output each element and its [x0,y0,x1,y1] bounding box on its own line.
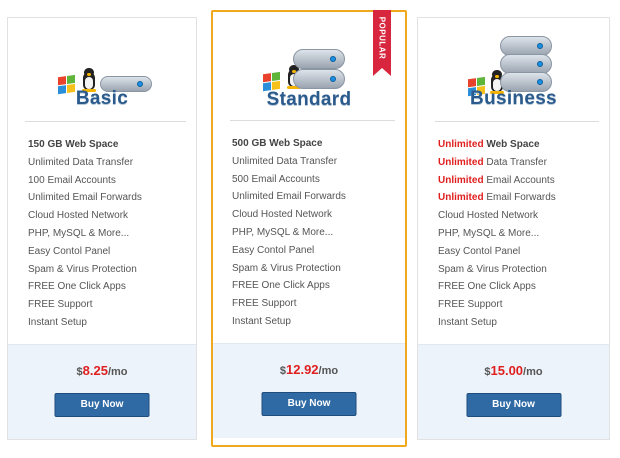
feature-item: PHP, MySQL & More... [28,227,130,239]
divider [230,120,395,121]
feature-item: FREE Support [438,299,503,311]
divider [25,121,186,122]
price: $15.00/mo [484,363,543,378]
feature-item: Unlimited Email Accounts [438,174,555,186]
feature-item: 100 Email Accounts [28,174,116,186]
feature-item: PHP, MySQL & More... [438,227,540,239]
feature-item: Cloud Hosted Network [438,210,539,222]
feature-item: Unlimited Data Transfer [232,155,338,167]
feature-item: Unlimited Email Forwards [232,191,346,203]
feature-item: Unlimited Email Forwards [438,192,556,204]
feature-item: Unlimited Data Transfer [28,156,134,168]
feature-item: Spam & Virus Protection [438,263,547,275]
price: $12.92/mo [279,362,339,377]
feature-item: 500 Email Accounts [232,173,320,185]
plan-card-standard: POPULAR Standard 500 GB Web Space Unlimi… [211,10,407,447]
plan-title: Standard [266,89,352,110]
server-icon [500,54,552,74]
server-icon [293,49,345,69]
feature-item: Easy Contol Panel [232,244,315,256]
price-box: $8.25/mo Buy Now [8,344,196,439]
feature-item: Spam & Virus Protection [232,262,341,274]
price-box: $15.00/mo Buy Now [418,344,609,439]
plan-card-basic: Basic 150 GB Web Space Unlimited Data Tr… [7,17,197,440]
feature-item: 500 GB Web Space [232,138,323,149]
feature-item: FREE Support [232,298,297,310]
feature-item: Easy Contol Panel [28,245,111,257]
buy-now-button[interactable]: Buy Now [261,392,357,416]
plan-title: Business [470,88,557,109]
feature-item: Cloud Hosted Network [232,209,333,221]
plan-title: Basic [75,88,129,109]
feature-item: Unlimited Data Transfer [438,156,547,168]
feature-item: FREE Support [28,299,93,311]
feature-item: FREE One Click Apps [232,280,330,292]
buy-now-button[interactable]: Buy Now [466,393,561,417]
feature-item: FREE One Click Apps [28,281,126,293]
price-box: $12.92/mo Buy Now [213,343,405,438]
price: $8.25/mo [76,363,128,378]
buy-now-button[interactable]: Buy Now [54,393,150,417]
feature-list: 150 GB Web Space Unlimited Data Transfer… [28,136,142,332]
feature-list: Unlimited Web Space Unlimited Data Trans… [438,136,556,332]
feature-item: Cloud Hosted Network [28,210,129,222]
feature-item: Unlimited Email Forwards [28,192,142,204]
divider [435,121,599,122]
server-icon [293,69,345,89]
feature-item: Spam & Virus Protection [28,263,137,275]
feature-item: Instant Setup [28,316,87,328]
feature-item: FREE One Click Apps [438,281,536,293]
feature-item: Instant Setup [232,315,291,327]
feature-item: Instant Setup [438,316,497,328]
feature-item: Unlimited Web Space [438,139,540,150]
server-icon [500,36,552,56]
feature-item: PHP, MySQL & More... [232,226,334,238]
feature-list: 500 GB Web Space Unlimited Data Transfer… [232,135,346,331]
plan-card-business: Business Unlimited Web Space Unlimited D… [417,17,610,440]
feature-item: 150 GB Web Space [28,139,119,150]
feature-item: Easy Contol Panel [438,245,521,257]
